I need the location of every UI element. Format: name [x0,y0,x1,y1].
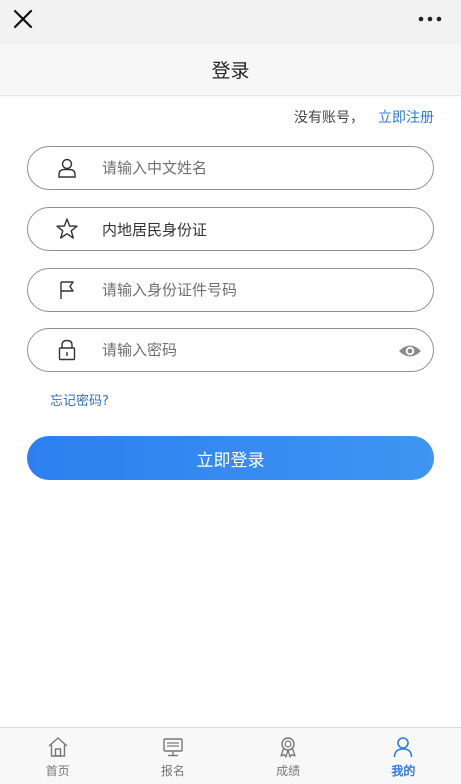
show-password-button[interactable] [397,339,423,363]
eye-icon [399,345,421,357]
tab-scores-label: 成绩 [276,764,301,778]
lock-icon [52,335,82,365]
monitor-icon [162,736,184,758]
more-button[interactable] [413,6,447,32]
password-input[interactable] [102,341,362,359]
name-input[interactable] [102,159,362,177]
top-bar [0,0,461,44]
id-type-select[interactable] [102,220,362,238]
star-icon [52,214,82,244]
forgot-password-link[interactable]: 忘记密码? [50,390,109,409]
name-field[interactable] [27,146,434,190]
close-button[interactable] [8,4,38,34]
tab-bar: 首页 报名 成绩 我的 [0,727,461,784]
login-button[interactable]: 立即登录 [27,436,434,480]
tab-mine-label: 我的 [391,764,416,778]
tab-scores[interactable]: 成绩 [231,728,346,784]
user-icon [52,153,82,183]
page-title: 登录 [211,60,250,82]
more-dots-icon [418,16,442,22]
person-icon [392,736,414,758]
id-type-field[interactable] [27,207,434,251]
home-icon [47,736,69,758]
register-prompt: 没有账号， [294,110,364,126]
flag-icon [52,275,82,305]
password-field[interactable] [27,328,434,372]
close-icon [13,9,33,29]
tab-home[interactable]: 首页 [0,728,115,784]
register-link[interactable]: 立即注册 [378,107,434,127]
tab-mine[interactable]: 我的 [346,728,461,784]
id-number-field[interactable] [27,268,434,312]
title-bar: 登录 [0,44,461,96]
tab-signup[interactable]: 报名 [115,728,230,784]
award-icon [277,736,299,758]
tab-home-label: 首页 [45,764,70,778]
id-number-input[interactable] [102,281,362,299]
register-row: 没有账号， 立即注册 [294,106,434,128]
tab-signup-label: 报名 [160,764,185,778]
